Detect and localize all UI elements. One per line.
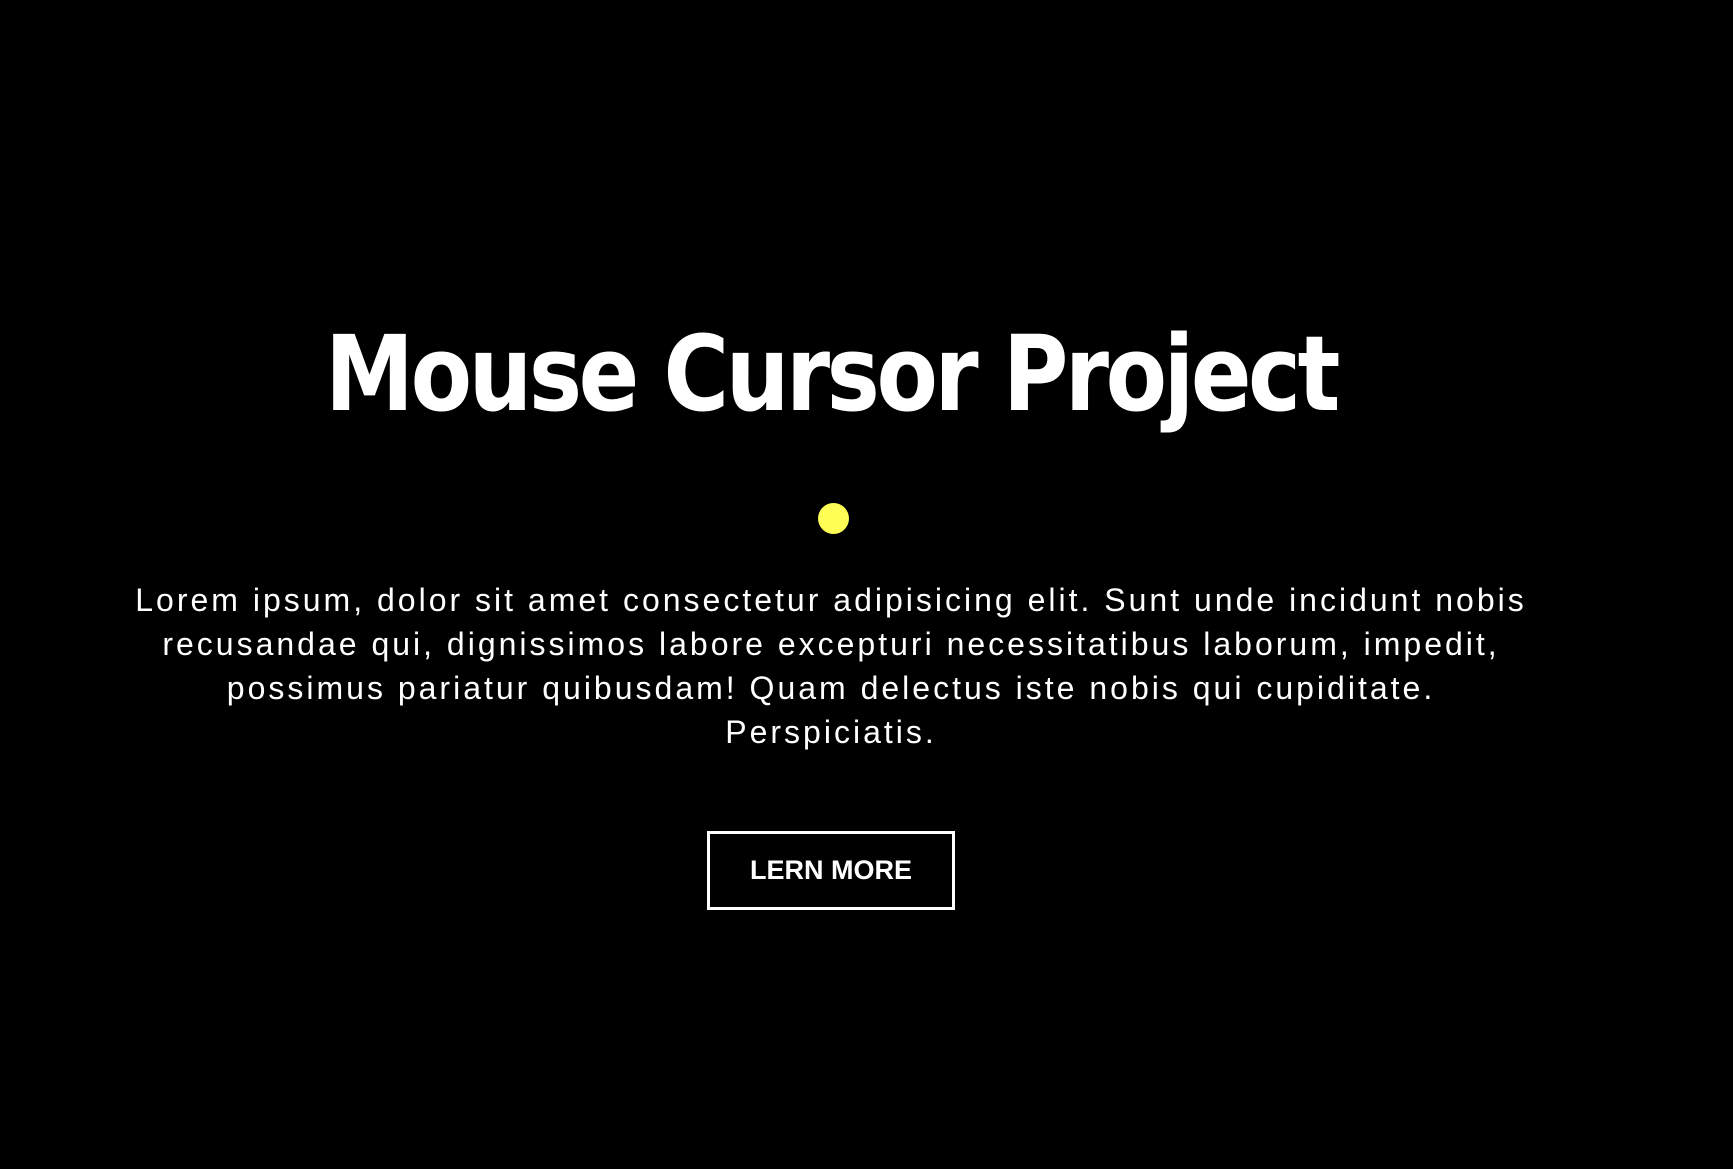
cursor-dot-icon <box>818 503 849 534</box>
page: Mouse Cursor Project Lorem ipsum, dolor … <box>0 0 1733 1169</box>
learn-more-button[interactable]: LERN MORE <box>707 831 955 910</box>
hero-title: Mouse Cursor Project <box>325 313 1340 435</box>
hero-description: Lorem ipsum, dolor sit amet consectetur … <box>135 582 1527 750</box>
